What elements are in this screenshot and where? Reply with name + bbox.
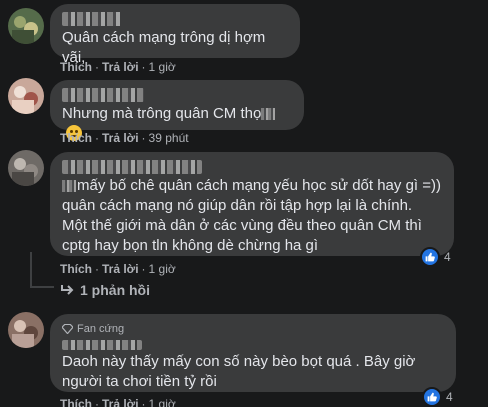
comment-actions: Thích · Trả lời · 1 giờ xyxy=(60,397,176,407)
comment-actions: Thích · Trả lời · 1 giờ xyxy=(60,60,176,74)
timestamp[interactable]: 1 giờ xyxy=(149,397,176,407)
view-replies-link[interactable]: 1 phản hồi xyxy=(60,282,150,298)
avatar[interactable] xyxy=(8,8,44,44)
reaction-count: 4 xyxy=(446,390,453,404)
like-link[interactable]: Thích xyxy=(60,262,92,276)
fan-badge-label: Fan cứng xyxy=(77,323,125,335)
author-name[interactable] xyxy=(62,88,144,102)
like-link[interactable]: Thích xyxy=(60,397,92,407)
reply-link[interactable]: Trả lời xyxy=(102,262,139,276)
author-name[interactable] xyxy=(62,340,142,350)
author-name[interactable] xyxy=(62,12,122,26)
comment-section: Quân cách mạng trông dị hợm vãi, Thích · T… xyxy=(0,0,488,407)
avatar[interactable] xyxy=(8,312,44,348)
timestamp[interactable]: 39 phút xyxy=(149,131,189,145)
comment-bubble: mấy bố chê quân cách mạng yếu học sử dốt… xyxy=(50,152,454,256)
reaction-count: 4 xyxy=(444,250,451,264)
like-icon xyxy=(420,247,440,267)
avatar[interactable] xyxy=(8,78,44,114)
timestamp[interactable]: 1 giờ xyxy=(149,262,176,276)
reply-link[interactable]: Trả lời xyxy=(102,131,139,145)
comment-bubble: Quân cách mạng trông dị hợm vãi, xyxy=(50,4,300,66)
thread-line xyxy=(30,286,54,288)
diamond-icon xyxy=(62,324,73,334)
author-name[interactable] xyxy=(62,160,202,174)
avatar[interactable] xyxy=(8,150,44,186)
reaction-summary[interactable]: 4 xyxy=(420,247,451,267)
timestamp[interactable]: 1 giờ xyxy=(149,60,176,74)
comment-text: Daoh này thấy mấy con số này bèo bọt quá… xyxy=(62,353,416,390)
reply-link[interactable]: Trả lời xyxy=(102,397,139,407)
comment-text: mấy bố chê quân cách mạng yếu học sử dốt… xyxy=(62,177,441,254)
comment-actions: Thích · Trả lời · 39 phút xyxy=(60,131,189,145)
replies-count-label: 1 phản hồi xyxy=(80,282,150,298)
comment-bubble: Nhưng mà trông quân CM thọ xyxy=(50,80,304,141)
like-icon xyxy=(422,387,442,407)
fan-badge: Fan cứng xyxy=(62,319,444,339)
reply-link[interactable]: Trả lời xyxy=(102,60,139,74)
reaction-summary[interactable]: 4 xyxy=(422,387,453,407)
like-link[interactable]: Thích xyxy=(60,131,92,145)
thread-line xyxy=(30,252,32,286)
comment-bubble: Fan cứng Daoh này thấy mấy con số này bè… xyxy=(50,314,456,392)
comment-text: Nhưng mà trông quân CM thọ xyxy=(62,105,262,122)
like-link[interactable]: Thích xyxy=(60,60,92,74)
reply-arrow-icon xyxy=(61,285,74,295)
comment-actions: Thích · Trả lời · 1 giờ xyxy=(60,262,176,276)
